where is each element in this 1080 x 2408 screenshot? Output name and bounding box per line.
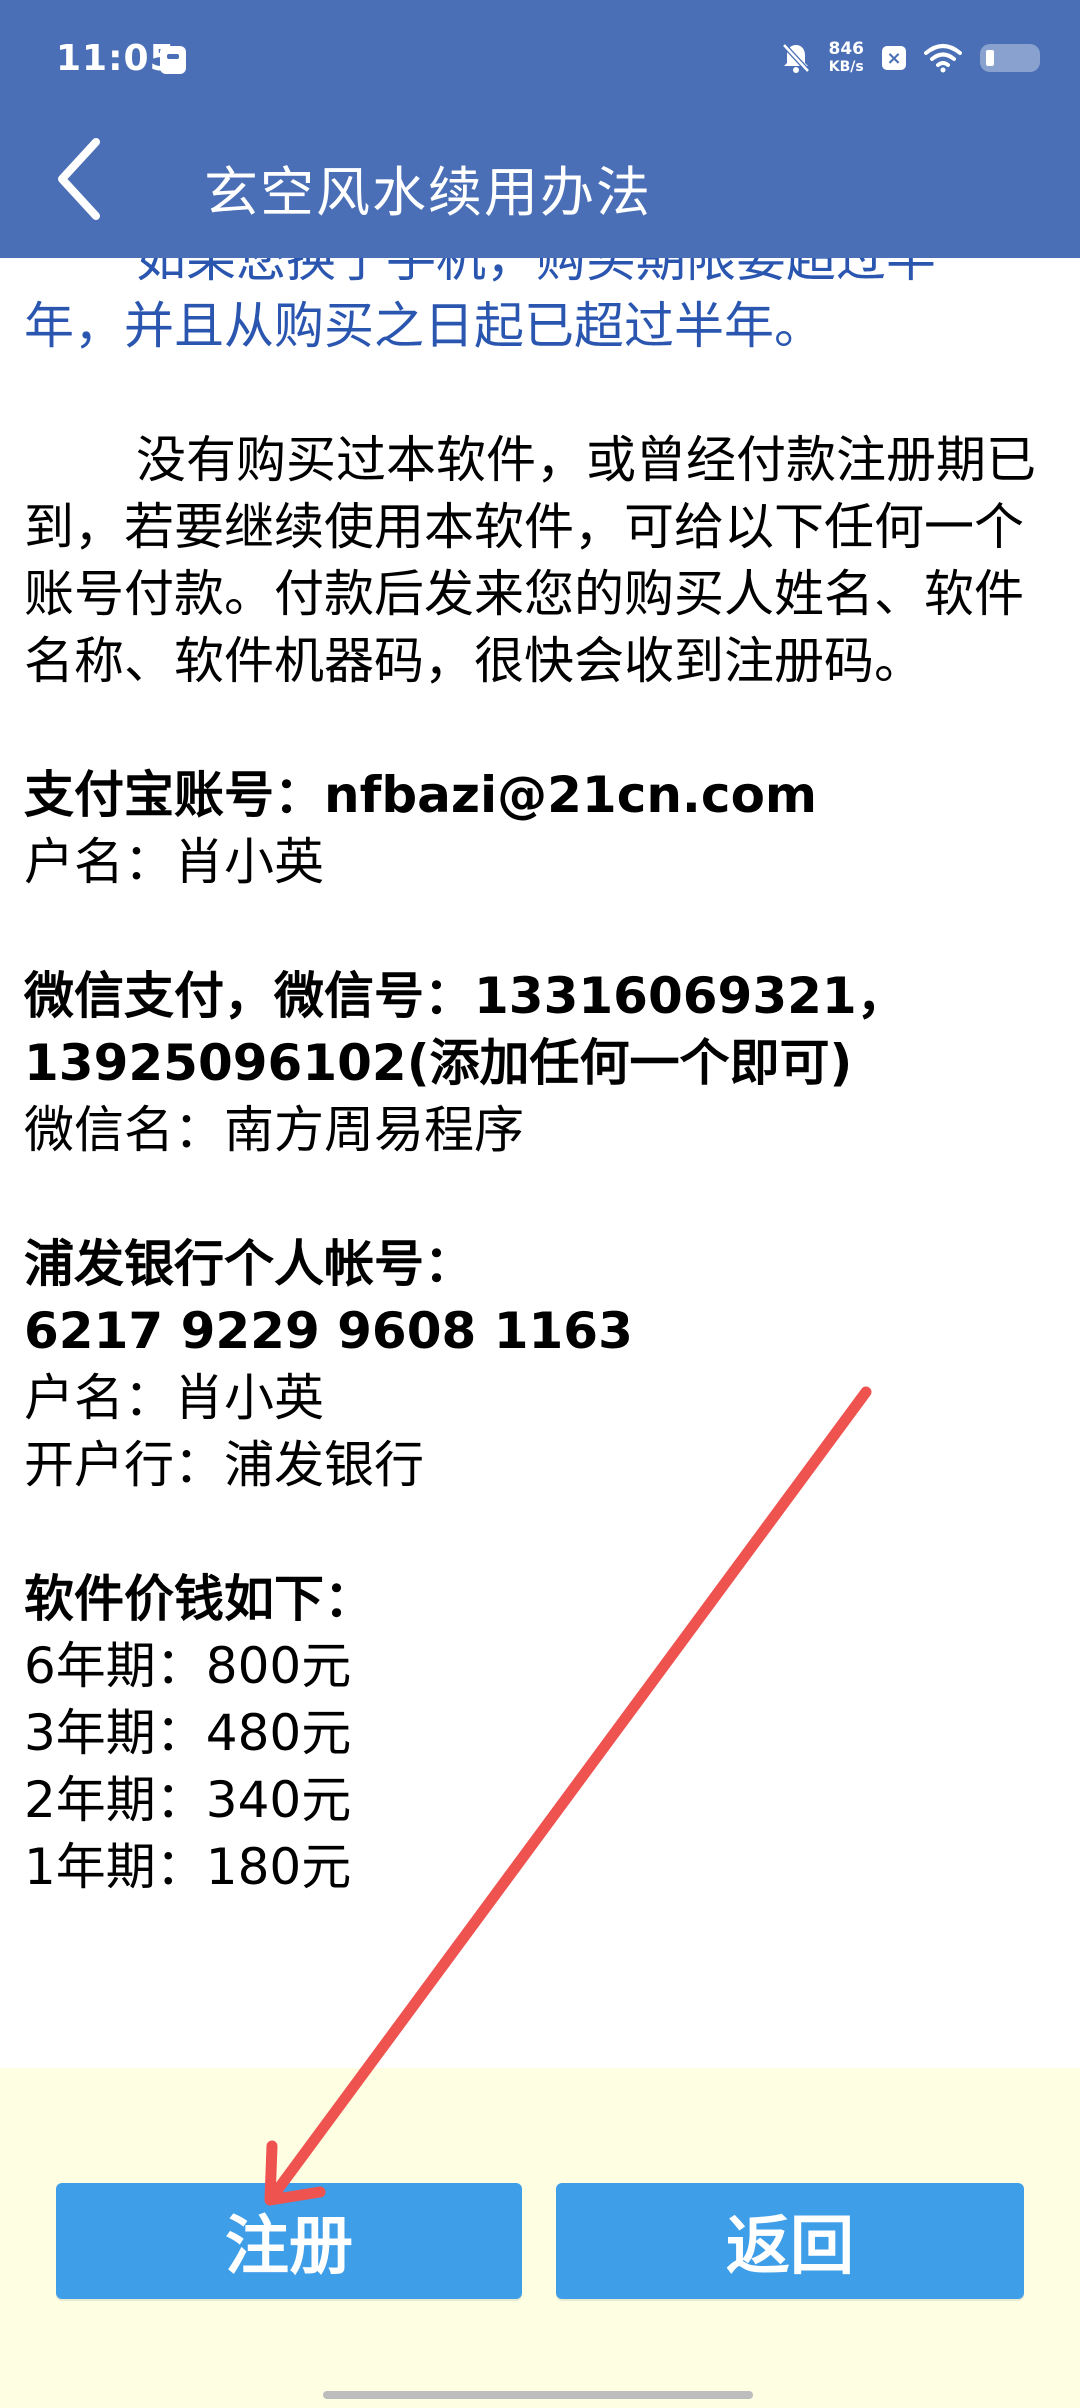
intro-paragraph: 没有购买过本软件，或曾经付款注册期已到，若要继续使用本软件，可给以下任何一个账号…	[24, 431, 1036, 690]
battery-icon	[980, 44, 1040, 72]
renewal-note-line-1: 如果您换了手机，购买期限要超过半	[136, 258, 936, 288]
price-item: 1年期：180元	[24, 1838, 352, 1896]
bank-heading: 浦发银行个人帐号：	[24, 1235, 474, 1293]
return-button[interactable]: 返回	[556, 2183, 1024, 2299]
network-speed-unit: KB/s	[828, 59, 864, 75]
bank-branch: 开户行：浦发银行	[24, 1436, 424, 1494]
bottom-button-bar: 注册 返回	[0, 2068, 1080, 2408]
content-scroll-area[interactable]: 如果您换了手机，购买期限要超过半年，并且从购买之日起已超过半年。 没有购买过本软…	[24, 258, 1060, 2068]
chevron-left-icon	[58, 138, 100, 220]
price-heading: 软件价钱如下：	[24, 1570, 374, 1628]
price-item: 3年期：480元	[24, 1704, 352, 1762]
renewal-note: 如果您换了手机，购买期限要超过半年，并且从购买之日起已超过半年。	[24, 258, 1060, 360]
network-speed-value: 846	[828, 39, 865, 59]
wechat-heading-line-1: 微信支付，微信号：13316069321，	[24, 967, 907, 1025]
page-title: 玄空风水续用办法	[204, 161, 652, 224]
status-bar: 11:05 846 KB/s ×	[0, 0, 1080, 104]
alipay-heading: 支付宝账号：nfbazi@21cn.com	[24, 766, 818, 824]
app-bar: 玄空风水续用办法	[0, 104, 1080, 258]
back-button[interactable]	[40, 134, 130, 224]
bank-account-holder: 户名：肖小英	[24, 1369, 324, 1427]
alipay-name: 户名：肖小英	[24, 833, 324, 891]
wifi-icon	[924, 44, 962, 73]
home-indicator[interactable]	[323, 2391, 753, 2399]
status-time: 11:05	[56, 38, 176, 79]
price-item: 2年期：340元	[24, 1771, 352, 1829]
screen: 11:05 846 KB/s × 玄空风水续用办法 如果您换了手机，购买期限要超…	[0, 0, 1080, 2408]
network-speed: 846 KB/s	[829, 40, 865, 76]
price-item: 6年期：800元	[24, 1637, 352, 1695]
x-badge-icon: ×	[882, 46, 906, 70]
wechat-name: 微信名：南方周易程序	[24, 1101, 524, 1159]
bell-off-icon	[781, 43, 810, 73]
register-button[interactable]: 注册	[56, 2183, 522, 2299]
status-icons: 846 KB/s ×	[781, 34, 1040, 82]
bank-account-number: 6217 9229 9608 1163	[24, 1302, 633, 1360]
wechat-heading-line-2: 13925096102(添加任何一个即可)	[24, 1034, 853, 1092]
notification-icon	[160, 46, 186, 74]
renewal-note-line-2: 年，并且从购买之日起已超过半年。	[24, 297, 824, 355]
